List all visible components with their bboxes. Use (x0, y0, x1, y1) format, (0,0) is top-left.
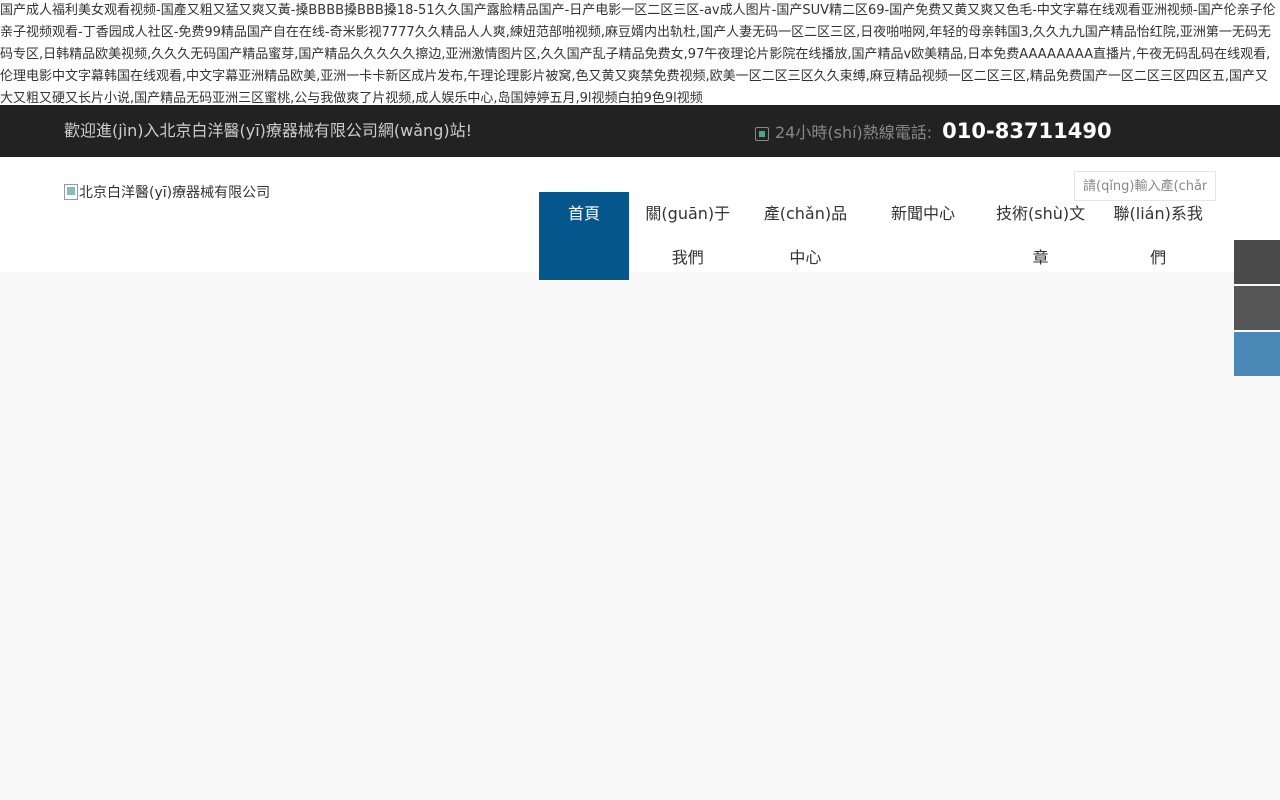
logo[interactable]: 北京白洋醫(yī)療器械有限公司 (64, 182, 270, 202)
side-button-1[interactable] (1234, 240, 1280, 284)
welcome-text: 歡迎進(jìn)入北京白洋醫(yī)療器械有限公司網(wǎng)站! (64, 121, 473, 140)
side-float-bar (1234, 240, 1280, 378)
nav-item-contact[interactable]: 聯(lián)系我們 (1099, 192, 1217, 280)
hotline-number: 010-83711490 (942, 119, 1112, 143)
main-nav: 首頁 關(guān)于我們 產(chǎn)品中心 新聞中心 技術(shù)文章 … (539, 192, 1217, 280)
phone-icon (755, 126, 769, 141)
nav-item-products[interactable]: 產(chǎn)品中心 (747, 192, 865, 280)
hotline-label: 24小時(shí)熱線電話: (775, 123, 933, 142)
side-button-2[interactable] (1234, 286, 1280, 330)
broken-image-icon (64, 184, 78, 200)
top-bar: 歡迎進(jìn)入北京白洋醫(yī)療器械有限公司網(wǎng)站! 24小時(… (0, 105, 1280, 157)
hotline: 24小時(shí)熱線電話: 010-83711490 (755, 119, 1112, 143)
side-button-3[interactable] (1234, 332, 1280, 376)
nav-item-news[interactable]: 新聞中心 (864, 192, 982, 280)
logo-alt-text: 北京白洋醫(yī)療器械有限公司 (79, 185, 271, 201)
nav-item-home[interactable]: 首頁 (539, 192, 629, 280)
nav-item-about[interactable]: 關(guān)于我們 (629, 192, 747, 280)
nav-item-articles[interactable]: 技術(shù)文章 (982, 192, 1100, 280)
seo-spam-text: 国产成人福利美女观看视频-国產又粗又猛又爽又黃-搡BBBB搡BBB搡18-51久… (0, 0, 1280, 105)
